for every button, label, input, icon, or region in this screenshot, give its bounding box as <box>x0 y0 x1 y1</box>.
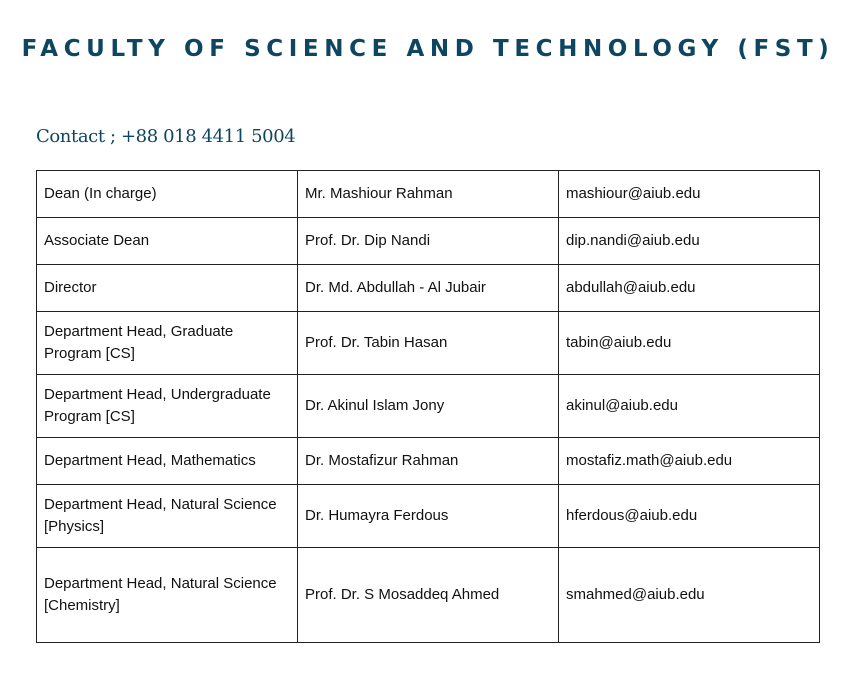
email-cell: abdullah@aiub.edu <box>558 264 820 312</box>
email-cell: dip.nandi@aiub.edu <box>558 217 820 265</box>
table-row: Director Dr. Md. Abdullah - Al Jubair abdu… <box>36 264 820 312</box>
email-cell: mashiour@aiub.edu <box>558 170 820 218</box>
table-row: Dean (In charge) Mr. Mashiour Rahman mashi… <box>36 170 820 218</box>
name-cell: Dr. Mostafizur Rahman <box>297 437 559 485</box>
name-cell: Dr. Akinul Islam Jony <box>297 374 559 438</box>
email-cell: mostafiz.math@aiub.edu <box>558 437 820 485</box>
role-cell: Department Head, Mathematics <box>36 437 298 485</box>
table-row: Department Head, Natural Science [Chemis… <box>36 547 820 643</box>
role-cell: Department Head, Natural Science [Chemis… <box>36 547 298 643</box>
table-row: Associate Dean Prof. Dr. Dip Nandi dip.nan… <box>36 217 820 265</box>
email-cell: smahmed@aiub.edu <box>558 547 820 643</box>
role-cell: Associate Dean <box>36 217 298 265</box>
name-cell: Mr. Mashiour Rahman <box>297 170 559 218</box>
email-cell: hferdous@aiub.edu <box>558 484 820 548</box>
role-cell: Department Head, Undergraduate Program [… <box>36 374 298 438</box>
name-cell: Dr. Humayra Ferdous <box>297 484 559 548</box>
table-row: Department Head, Undergraduate Program [… <box>36 374 820 438</box>
faculty-table: Dean (In charge) Mr. Mashiour Rahman mashi… <box>36 170 820 643</box>
role-cell: Department Head, Natural Science [Physic… <box>36 484 298 548</box>
contact-info: Contact ; +88 018 4411 5004 <box>36 126 296 147</box>
name-cell: Prof. Dr. S Mosaddeq Ahmed <box>297 547 559 643</box>
email-cell: akinul@aiub.edu <box>558 374 820 438</box>
email-cell: tabin@aiub.edu <box>558 311 820 375</box>
name-cell: Dr. Md. Abdullah - Al Jubair <box>297 264 559 312</box>
role-cell: Director <box>36 264 298 312</box>
page-title: FACULTY OF SCIENCE AND TECHNOLOGY (FST) <box>21 36 835 62</box>
table-row: Department Head, Natural Science [Physic… <box>36 484 820 548</box>
role-cell: Dean (In charge) <box>36 170 298 218</box>
name-cell: Prof. Dr. Dip Nandi <box>297 217 559 265</box>
table-row: Department Head, Graduate Program [CS] Pr… <box>36 311 820 375</box>
table-row: Department Head, Mathematics Dr. Mostafiz… <box>36 437 820 485</box>
role-cell: Department Head, Graduate Program [CS] <box>36 311 298 375</box>
name-cell: Prof. Dr. Tabin Hasan <box>297 311 559 375</box>
